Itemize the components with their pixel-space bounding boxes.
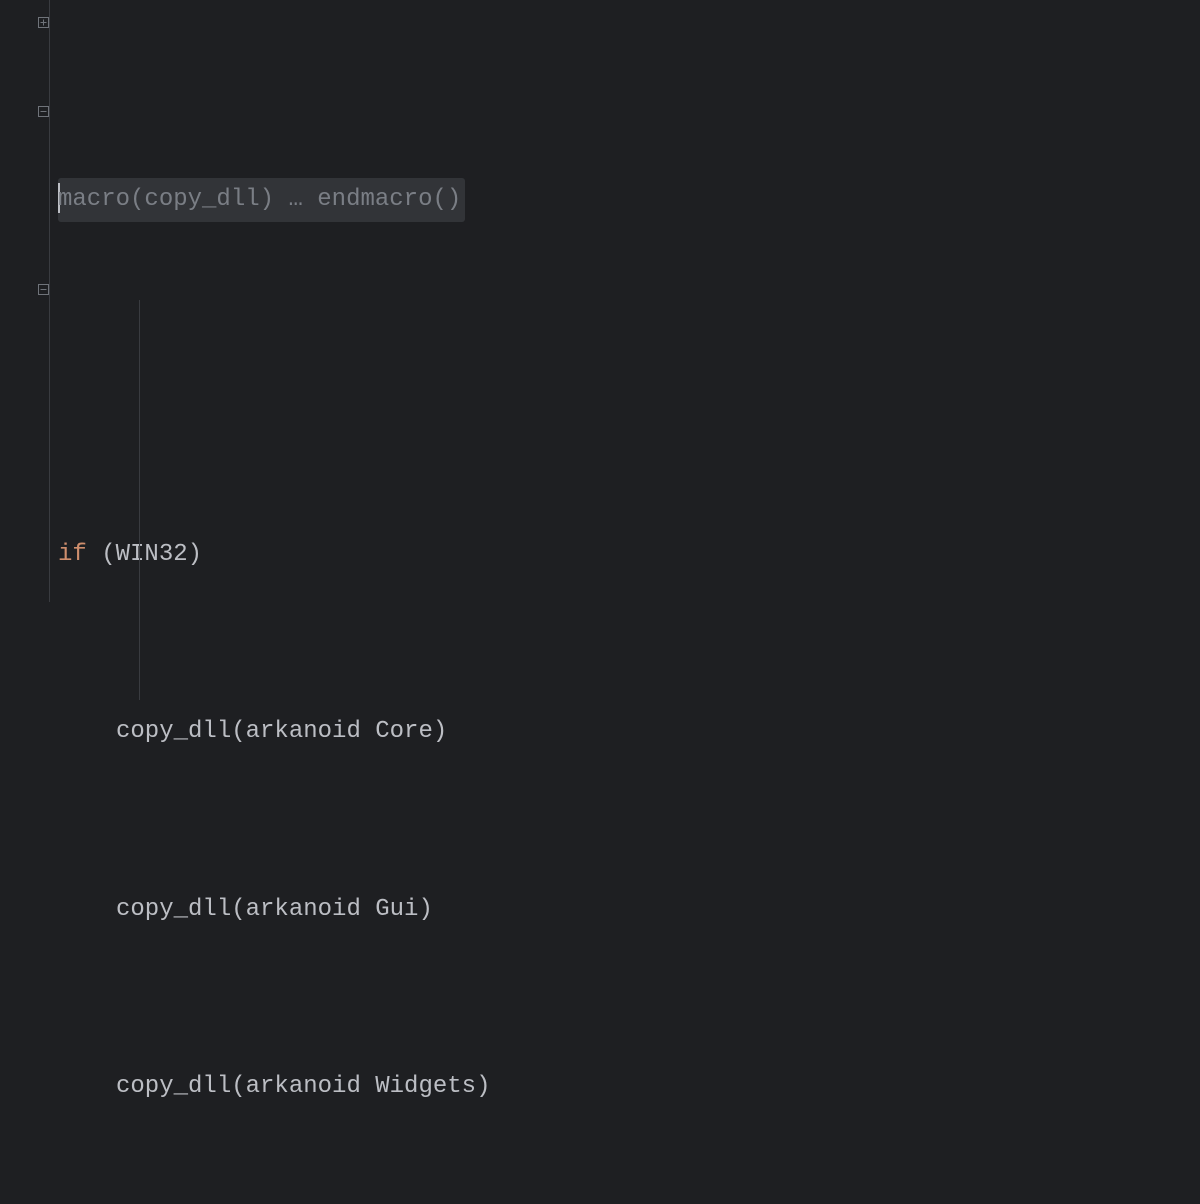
code-line[interactable]: copy_dll(arkanoid Gui): [58, 888, 1200, 932]
code-line[interactable]: copy_dll(arkanoid Core): [58, 710, 1200, 754]
code-line[interactable]: if (WIN32): [58, 533, 1200, 577]
fold-expand-icon[interactable]: [36, 15, 50, 29]
indent-guide-line: [139, 300, 140, 700]
code-editor[interactable]: macro(copy_dll) … endmacro() if (WIN32) …: [0, 0, 1200, 602]
fold-collapse-icon[interactable]: [36, 104, 50, 118]
code-line-blank[interactable]: [58, 355, 1200, 399]
fold-guide-line: [49, 0, 50, 602]
code-area[interactable]: macro(copy_dll) … endmacro() if (WIN32) …: [52, 0, 1200, 602]
gutter: [0, 0, 52, 602]
fold-collapse-icon[interactable]: [36, 282, 50, 296]
code-line-folded[interactable]: macro(copy_dll) … endmacro(): [58, 178, 1200, 222]
code-line[interactable]: copy_dll(arkanoid Widgets): [58, 1065, 1200, 1109]
